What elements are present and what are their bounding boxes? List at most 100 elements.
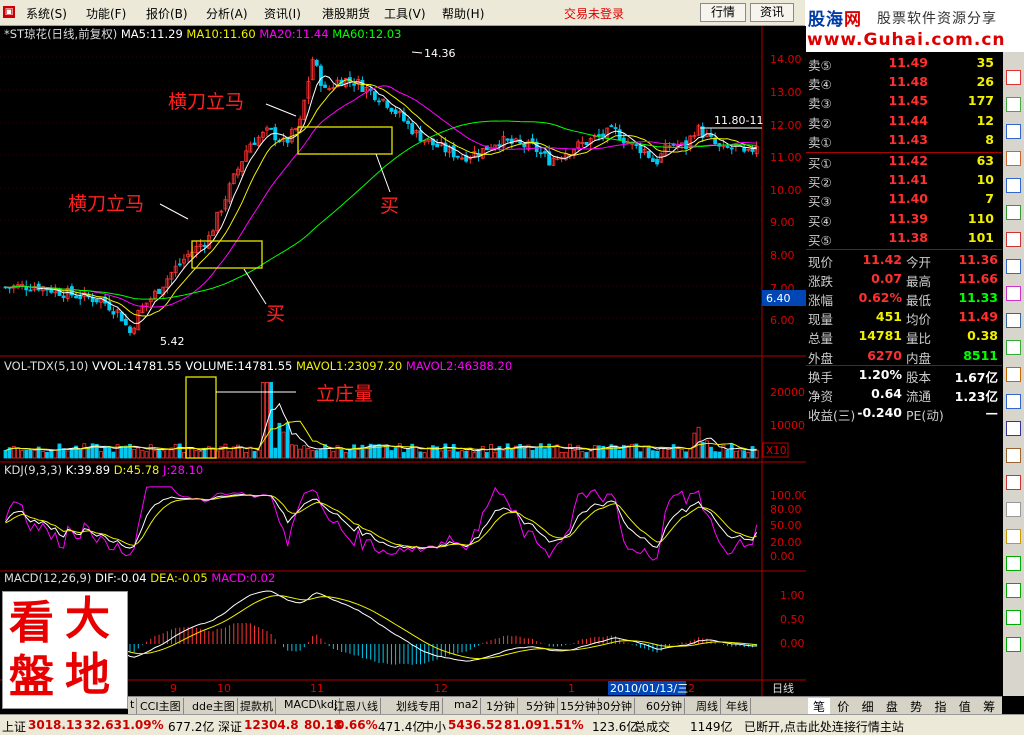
menu-analysis[interactable]: 分析(A) <box>206 5 248 22</box>
tool-icon[interactable] <box>1006 421 1021 436</box>
stat-row[interactable]: 现量 451 均价 11.49 <box>806 309 1002 328</box>
tool-icon[interactable] <box>1006 556 1021 571</box>
sell-price: 11.43 <box>888 131 928 147</box>
tool-icon[interactable] <box>1006 475 1021 490</box>
tool-icon[interactable] <box>1006 205 1021 220</box>
volume-bar <box>530 449 535 459</box>
indicator-tab[interactable]: 年线 <box>724 698 751 714</box>
indicator-tab[interactable]: 划线专用 <box>394 698 443 714</box>
buy-row[interactable]: 买⑤ 11.38 101 <box>806 230 1002 249</box>
login-status[interactable]: 交易未登录 <box>564 5 624 22</box>
indicator-tab[interactable]: 30分钟 <box>594 698 635 714</box>
stat-row[interactable]: 现价 11.42 今开 11.36 <box>806 252 1002 271</box>
period-label[interactable]: 日线 <box>772 681 794 695</box>
tool-icon[interactable] <box>1006 70 1021 85</box>
volume-bar <box>111 451 116 459</box>
menu-system[interactable]: 系统(S) <box>26 5 67 22</box>
indicator-tab[interactable]: 提款机 <box>238 698 276 714</box>
indicator-tab[interactable]: CCI主图 <box>138 698 184 714</box>
volume-bar <box>418 451 423 459</box>
tool-icon[interactable] <box>1006 610 1021 625</box>
volume-bar <box>406 448 410 459</box>
indicator-tab[interactable]: 5分钟 <box>524 698 558 714</box>
extra-row[interactable]: 换手 1.20% 股本 1.67亿 <box>806 367 1002 386</box>
extra-row[interactable]: 收益(三) -0.240 PE(动) — <box>806 405 1002 424</box>
indicator-tab[interactable]: dde主图 <box>190 698 238 714</box>
extra-row[interactable]: 净资 0.64 流通 1.23亿 <box>806 386 1002 405</box>
menu-info[interactable]: 资讯(I) <box>264 5 301 22</box>
candle <box>634 144 639 146</box>
macd-chart-title: MACD(12,26,9) DIF:-0.04 DEA:-0.05 MACD:0… <box>4 571 275 585</box>
tool-icon[interactable] <box>1006 394 1021 409</box>
quote-tab[interactable]: 势 <box>905 698 927 714</box>
quote-tab[interactable]: 指 <box>930 698 952 714</box>
indicator-tab[interactable]: t <box>128 698 138 714</box>
stat-value: 6270 <box>867 347 902 363</box>
connection-status[interactable]: 已断开,点击此处连接行情主站 <box>744 718 904 735</box>
indicator-tab[interactable]: ma2 <box>452 698 482 714</box>
tool-icon[interactable] <box>1006 448 1021 463</box>
sell-price: 11.45 <box>888 93 928 109</box>
logo-char: 看 <box>9 596 55 649</box>
quote-tab[interactable]: 筹 <box>978 698 1000 714</box>
tool-icon[interactable] <box>1006 637 1021 652</box>
volume-bar <box>314 450 319 459</box>
buy-row[interactable]: 买② 11.41 10 <box>806 172 1002 191</box>
menu-hk-futures[interactable]: 港股期货 <box>322 5 370 22</box>
stat-row[interactable]: 涨跌 0.07 最高 11.66 <box>806 271 1002 290</box>
stat-row[interactable]: 总量 14781 量比 0.38 <box>806 328 1002 347</box>
quote-tab[interactable]: 盘 <box>881 698 903 714</box>
buy-row[interactable]: 买③ 11.40 7 <box>806 191 1002 210</box>
tool-icon[interactable] <box>1006 151 1021 166</box>
indicator-tab[interactable]: 15分钟 <box>558 698 599 714</box>
tool-icon[interactable] <box>1006 340 1021 355</box>
volume-bar <box>684 451 688 459</box>
buy-row[interactable]: 买④ 11.39 110 <box>806 211 1002 230</box>
tool-icon[interactable] <box>1006 178 1021 193</box>
volume-bar <box>28 448 33 459</box>
tool-icon[interactable] <box>1006 313 1021 328</box>
tool-icon[interactable] <box>1006 502 1021 517</box>
ytick: 14.00 <box>770 53 802 66</box>
menu-tools[interactable]: 工具(V) <box>384 5 426 22</box>
tool-icon[interactable] <box>1006 124 1021 139</box>
buy-row[interactable]: 买① 11.42 63 <box>806 153 1002 172</box>
menu-function[interactable]: 功能(F) <box>86 5 126 22</box>
indicator-tab[interactable]: 60分钟 <box>644 698 685 714</box>
tool-icon[interactable] <box>1006 97 1021 112</box>
tool-icon[interactable] <box>1006 259 1021 274</box>
tool-icon[interactable] <box>1006 232 1021 247</box>
menu-quote[interactable]: 报价(B) <box>146 5 188 22</box>
candle <box>406 120 410 124</box>
indicator-tab[interactable]: 1分钟 <box>484 698 518 714</box>
sell-label: 卖③ <box>808 96 832 112</box>
sell-row[interactable]: 卖① 11.43 8 <box>806 132 1002 151</box>
sell-row[interactable]: 卖⑤ 11.49 35 <box>806 55 1002 74</box>
volume-bar <box>725 450 730 459</box>
volume-bar <box>584 452 589 459</box>
candle <box>61 295 66 298</box>
indicator-tab[interactable]: 周线 <box>694 698 721 714</box>
stat-row[interactable]: 外盘 6270 内盘 8511 <box>806 348 1002 367</box>
sell-row[interactable]: 卖② 11.44 12 <box>806 113 1002 132</box>
news-button[interactable]: 资讯 <box>750 3 794 22</box>
quote-tab[interactable]: 值 <box>954 698 976 714</box>
tool-icon[interactable] <box>1006 367 1021 382</box>
sell-row[interactable]: 卖③ 11.45 177 <box>806 93 1002 112</box>
quote-tab[interactable]: 价 <box>832 698 854 714</box>
quote-button[interactable]: 行情 <box>700 3 746 22</box>
vol-chart-title: VOL-TDX(5,10) VVOL:14781.55 VOLUME:14781… <box>4 359 512 373</box>
volume-bar <box>389 450 394 459</box>
sell-row[interactable]: 卖④ 11.48 26 <box>806 74 1002 93</box>
stat-row[interactable]: 涨幅 0.62% 最低 11.33 <box>806 290 1002 309</box>
tool-icon[interactable] <box>1006 529 1021 544</box>
quote-tab[interactable]: 笔 <box>808 698 830 714</box>
menu-help[interactable]: 帮助(H) <box>442 5 484 22</box>
tool-icon[interactable] <box>1006 583 1021 598</box>
macd-axis-labels: 1.00 0.50 0.00 <box>780 589 805 650</box>
date-label: 12 <box>434 682 448 695</box>
tool-icon[interactable] <box>1006 286 1021 301</box>
volume-bar <box>729 443 734 459</box>
indicator-tab[interactable]: 江恩八线 <box>332 698 381 714</box>
quote-tab[interactable]: 细 <box>857 698 879 714</box>
